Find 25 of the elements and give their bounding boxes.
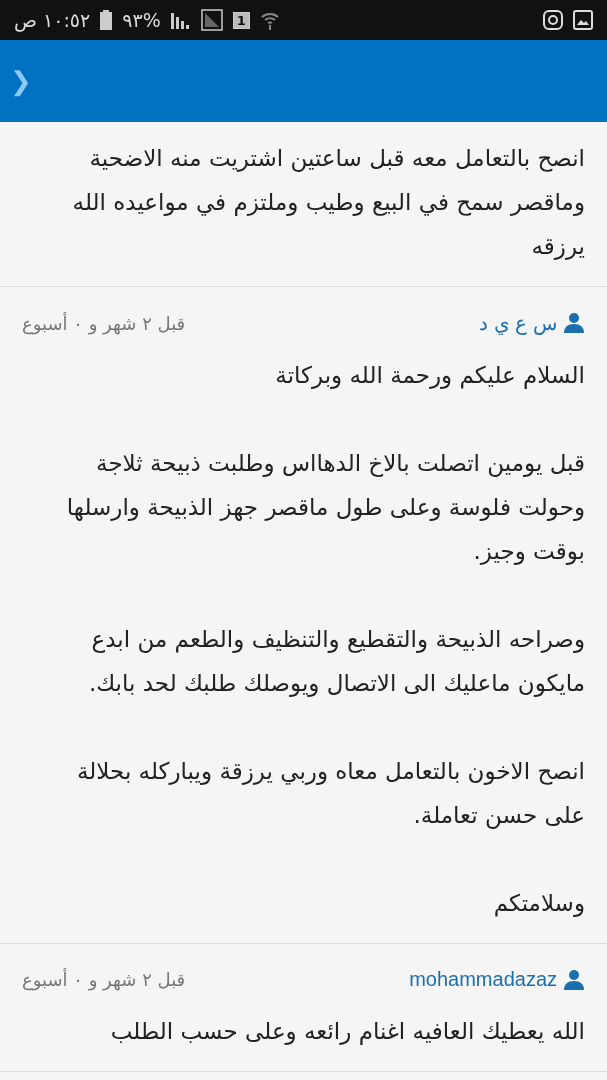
author-link[interactable]: mohammadazaz	[409, 968, 585, 991]
clock: ١٠:٥٢ ص	[14, 9, 91, 31]
comment-time: قبل ٢ شهر و ٠ أسبوع	[22, 969, 186, 990]
user-icon	[563, 968, 585, 991]
battery-percent: %٩٣	[122, 9, 161, 31]
comment-text: انصح بالتعامل معه قبل ساعتين اشتريت منه الاضحية وماقصر سمح في البيع وطيب وملتزم في مواعيده الله يرزقه	[71, 144, 585, 262]
battery-icon	[100, 10, 113, 30]
sim-badge: 1	[232, 11, 250, 29]
comment-text: قبل يومين اتصلت بالاخ الدهااس وطلبت ذبيحة ثلاجة وحولت فلوسة وعلى طول ماقصر جهز الذبيحة وارسلها بوقت وجيز.	[65, 449, 585, 567]
author-name: س ع ي د	[479, 311, 557, 335]
comment-text: وسلامتكم	[492, 889, 585, 919]
author-link[interactable]: س ع ي د	[479, 311, 585, 335]
comment-text: الله يعطيك العافيه اغنام رائعه وعلى حسب الطلب	[109, 1017, 585, 1047]
comment-text: السلام عليكم ورحمة الله وبركاتة	[274, 361, 585, 391]
author-name: mohammadazaz	[409, 968, 557, 991]
instagram-icon	[543, 10, 563, 30]
comment-text: وصراحه الذبيحة والتقطيع والتنظيف والطعم من ابدع مايكون ماعليك الى الاتصال ويوصلك طلبك لحد بابك.	[87, 625, 585, 699]
signal-icon	[200, 9, 223, 31]
forward-button[interactable]: ❯	[6, 65, 36, 97]
signal-icon	[170, 11, 191, 29]
wifi-icon	[259, 10, 280, 30]
gallery-icon	[573, 10, 593, 30]
user-icon	[563, 312, 585, 334]
comment-time: قبل ٢ شهر و ٠ أسبوع	[22, 312, 186, 334]
comment-text: انصح الاخون بالتعامل معاه وربي يرزقة ويباركله بحلالة على حسن تعاملة.	[76, 757, 585, 831]
